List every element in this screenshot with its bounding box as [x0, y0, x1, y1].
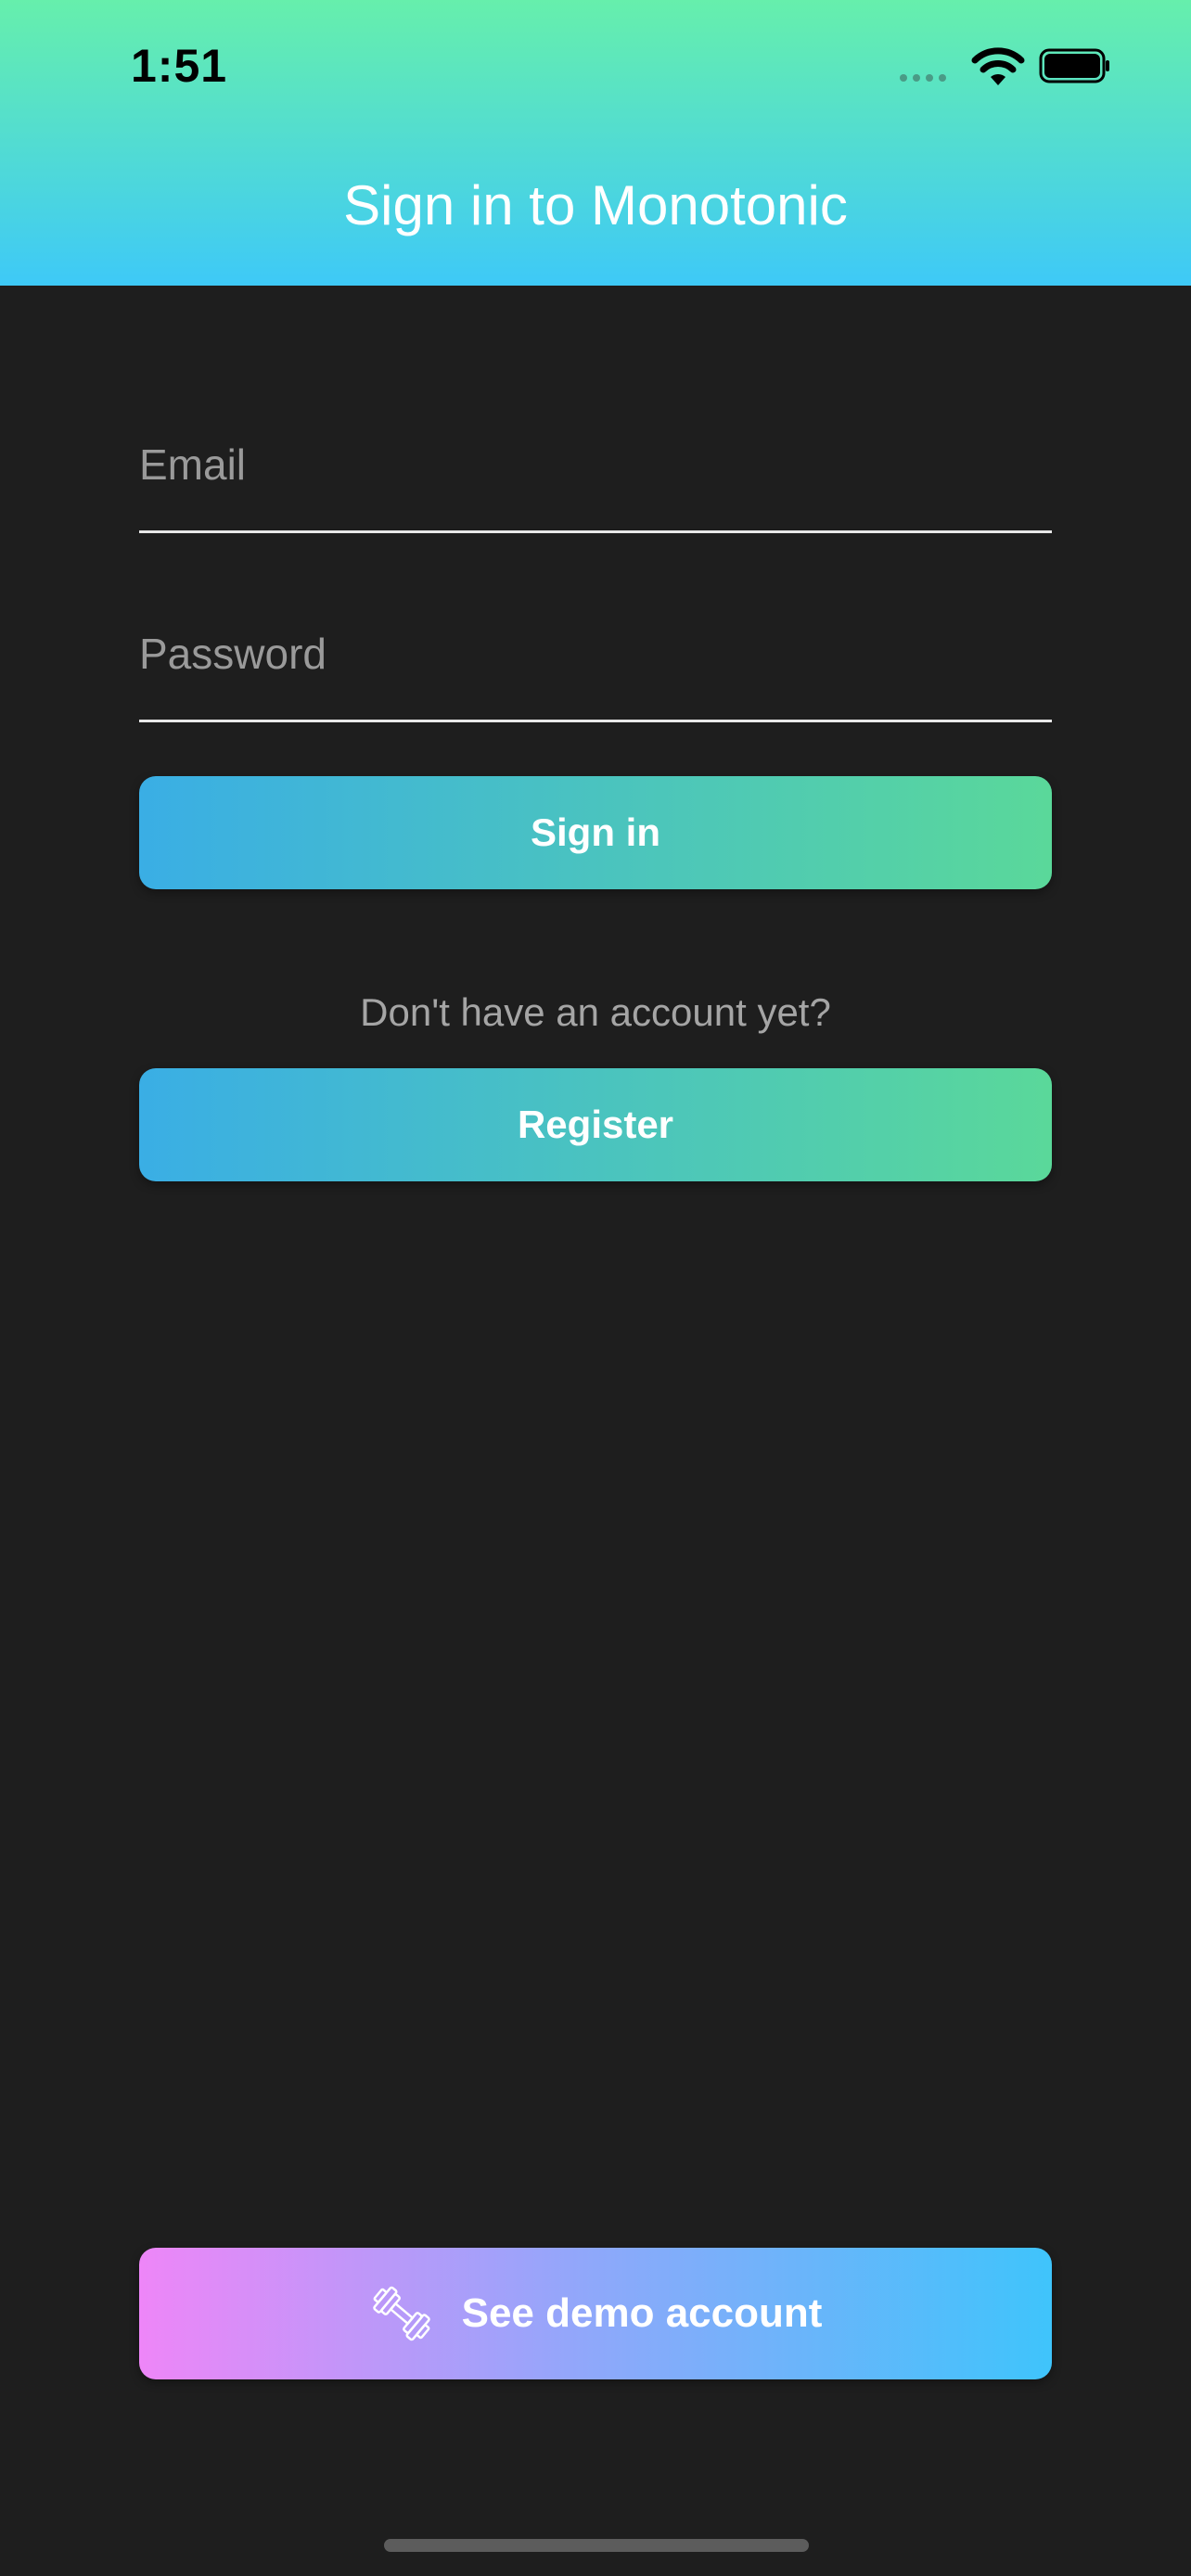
see-demo-account-button[interactable]: See demo account	[139, 2248, 1052, 2379]
password-field[interactable]	[139, 621, 1052, 722]
dumbbell-icon	[372, 2286, 430, 2341]
register-prompt: Don't have an account yet?	[360, 990, 831, 1034]
wifi-icon	[971, 47, 1025, 85]
home-indicator[interactable]	[384, 2539, 809, 2552]
battery-icon	[1039, 48, 1109, 83]
password-input[interactable]	[139, 621, 1052, 686]
register-button[interactable]: Register	[139, 1068, 1052, 1181]
header: 1:51 Sign in to Monotonic	[0, 0, 1191, 286]
demo-button-label: See demo account	[461, 2290, 823, 2336]
email-field[interactable]	[139, 432, 1052, 533]
cellular-signal-icon	[900, 74, 946, 82]
email-input[interactable]	[139, 432, 1052, 497]
page-title: Sign in to Monotonic	[343, 174, 848, 236]
status-time: 1:51	[131, 40, 228, 92]
sign-in-button[interactable]: Sign in	[139, 776, 1052, 889]
